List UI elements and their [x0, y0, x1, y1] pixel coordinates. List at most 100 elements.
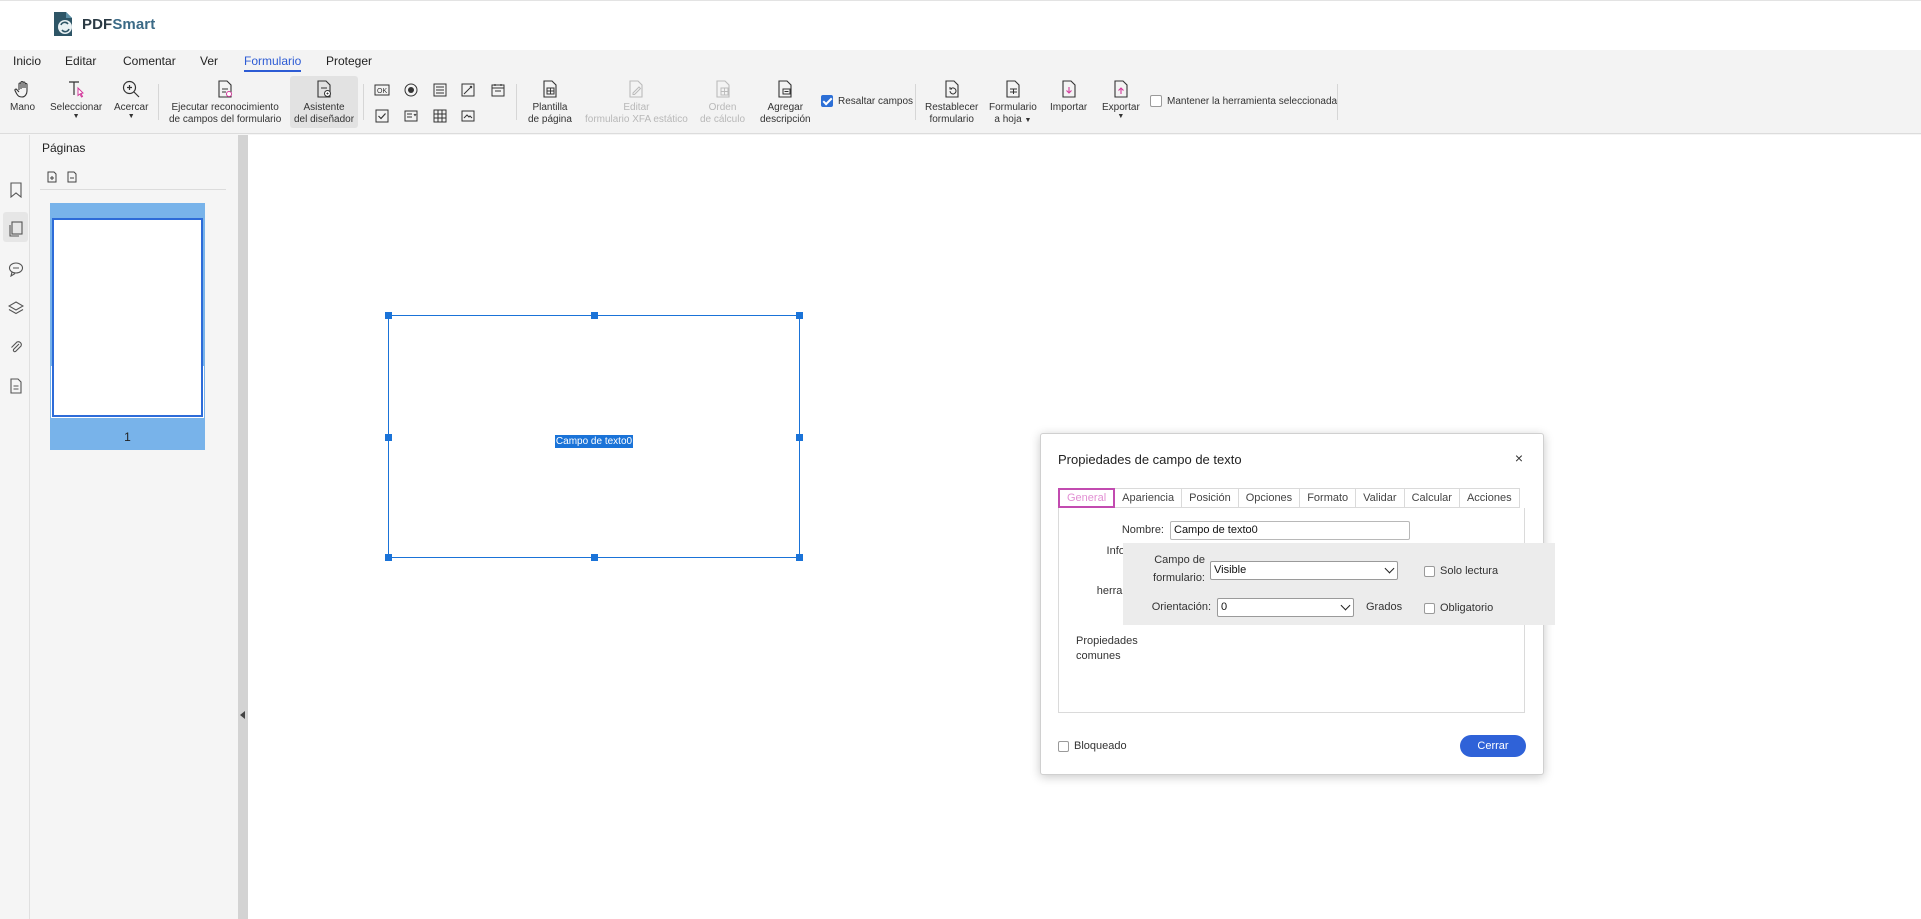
text-field-properties-dialog: Propiedades de campo de texto × General … — [1040, 433, 1555, 775]
name-input[interactable]: Campo de texto0 — [1170, 521, 1410, 540]
text-field-icon: OK — [374, 84, 390, 96]
checkbox-icon — [375, 109, 389, 123]
orientation-select[interactable]: 0 — [1217, 598, 1354, 617]
hand-tool[interactable]: Mano — [10, 78, 35, 114]
resize-handle-top[interactable] — [591, 312, 598, 319]
text-field-selection[interactable]: Campo de texto0 — [385, 312, 803, 561]
insert-page-icon[interactable] — [46, 171, 58, 183]
close-button[interactable]: Cerrar — [1460, 735, 1526, 757]
menu-proteger[interactable]: Proteger — [326, 54, 372, 68]
toolbar-separator — [915, 84, 916, 120]
date-field-tool[interactable] — [490, 82, 506, 98]
run-form-recognition-button[interactable]: Ejecutar reconocimiento de campos del fo… — [169, 78, 281, 126]
form-recognition-icon — [218, 80, 233, 98]
chevron-down-icon — [1384, 563, 1395, 574]
form-field-label: Campo de formulario: — [1153, 554, 1205, 584]
table-field-tool[interactable] — [432, 108, 448, 124]
page-thumbnail-viewport[interactable] — [52, 218, 203, 417]
svg-text:OK: OK — [377, 88, 387, 95]
required-option[interactable]: Obligatorio — [1424, 602, 1493, 614]
tab-calcular[interactable]: Calcular — [1404, 488, 1460, 508]
tab-posicion[interactable]: Posición — [1182, 488, 1239, 508]
page-template-icon — [543, 80, 557, 98]
panel-splitter[interactable] — [238, 135, 248, 919]
resize-handle-bottom-right[interactable] — [796, 554, 803, 561]
zoom-caret-icon[interactable]: ▼ — [128, 113, 135, 120]
dialog-title: Propiedades de campo de texto — [1058, 452, 1242, 467]
resize-handle-top-left[interactable] — [385, 312, 392, 319]
highlight-fields-checkbox[interactable] — [821, 95, 833, 107]
resize-handle-top-right[interactable] — [796, 312, 803, 319]
tab-formato[interactable]: Formato — [1300, 488, 1357, 508]
keep-tool-selected-toggle[interactable]: Mantener la herramienta seleccionada — [1150, 95, 1337, 107]
locked-checkbox[interactable] — [1058, 740, 1069, 752]
name-label: Nombre: — [1121, 524, 1164, 536]
menu-comentar[interactable]: Comentar — [123, 54, 176, 68]
read-only-option[interactable]: Solo lectura — [1424, 565, 1498, 577]
image-button-tool[interactable] — [460, 108, 476, 124]
page-thumbnail[interactable]: 1 — [50, 203, 205, 450]
zoom-in-icon — [123, 80, 140, 98]
zoom-tool[interactable]: Acercar ▼ — [114, 78, 148, 120]
calculation-order-button[interactable]: Orden de cálculo — [700, 78, 745, 126]
delete-page-icon[interactable] — [66, 171, 78, 183]
tab-general[interactable]: General — [1058, 488, 1116, 508]
chevron-down-icon — [1340, 600, 1351, 611]
calculation-order-icon — [715, 80, 730, 98]
import-button[interactable]: Importar — [1050, 78, 1087, 114]
form-fields-icon[interactable] — [8, 378, 24, 394]
list-box-tool[interactable] — [432, 82, 448, 98]
menu-ver[interactable]: Ver — [200, 54, 218, 68]
page-template-button[interactable]: Plantilla de página — [528, 78, 572, 126]
list-box-icon — [433, 83, 447, 97]
select-tool[interactable]: Seleccionar ▼ — [50, 78, 102, 120]
import-icon — [1062, 80, 1076, 98]
left-sidebar-rail — [0, 135, 30, 919]
keep-tool-selected-checkbox[interactable] — [1150, 95, 1162, 107]
highlight-fields-toggle[interactable]: Resaltar campos — [821, 95, 913, 107]
locked-option[interactable]: Bloqueado — [1058, 740, 1127, 752]
calendar-field-icon — [491, 84, 505, 97]
export-caret-icon[interactable]: ▼ — [1117, 113, 1124, 120]
attachment-icon[interactable] — [8, 339, 24, 355]
tab-validar[interactable]: Validar — [1356, 488, 1405, 508]
menu-editar[interactable]: Editar — [65, 54, 96, 68]
designer-assistant-icon — [317, 80, 332, 98]
read-only-checkbox[interactable] — [1424, 565, 1435, 577]
designer-assistant-button[interactable]: Asistente del diseñador — [290, 76, 359, 128]
dialog-close-icon[interactable]: × — [1515, 450, 1523, 466]
table-icon — [433, 109, 447, 123]
menu-formulario[interactable]: Formulario — [244, 54, 302, 72]
common-properties-group: Campo de formulario: Visible Orientación… — [1123, 543, 1555, 625]
signature-field-tool[interactable] — [460, 82, 476, 98]
tab-acciones[interactable]: Acciones — [1459, 488, 1520, 508]
reset-form-button[interactable]: Restablecer formulario — [925, 78, 978, 126]
select-caret-icon[interactable]: ▼ — [73, 113, 80, 120]
tab-apariencia[interactable]: Apariencia — [1115, 488, 1183, 508]
text-field-tool[interactable]: OK — [374, 82, 390, 98]
form-field-visibility-select[interactable]: Visible — [1210, 561, 1398, 580]
radio-button-tool[interactable] — [403, 82, 419, 98]
edit-xfa-form-button[interactable]: Editar formulario XFA estático — [585, 78, 688, 126]
comments-icon[interactable] — [8, 261, 24, 277]
orientation-label: Orientación: — [1151, 601, 1211, 613]
app-name: PDFSmart — [82, 15, 156, 33]
form-to-sheet-caret-icon[interactable]: ▼ — [1024, 117, 1031, 124]
layers-icon[interactable] — [8, 300, 24, 316]
toolbar-separator — [363, 84, 364, 120]
checkbox-tool[interactable] — [374, 108, 390, 124]
required-checkbox[interactable] — [1424, 602, 1435, 614]
bookmark-icon[interactable] — [8, 182, 24, 198]
menu-inicio[interactable]: Inicio — [13, 54, 41, 68]
combo-box-tool[interactable] — [403, 108, 419, 124]
pages-icon[interactable] — [8, 221, 24, 237]
resize-handle-bottom-left[interactable] — [385, 554, 392, 561]
pdfsmart-logo-icon — [54, 12, 72, 36]
resize-handle-bottom[interactable] — [591, 554, 598, 561]
form-to-sheet-button[interactable]: Formulario a hoja ▼ — [989, 78, 1037, 126]
pages-panel-divider — [40, 189, 226, 190]
collapse-arrow-icon[interactable] — [240, 711, 245, 719]
add-description-button[interactable]: Agregar descripción — [760, 78, 811, 126]
export-button[interactable]: Exportar ▼ — [1102, 78, 1140, 120]
tab-opciones[interactable]: Opciones — [1238, 488, 1301, 508]
